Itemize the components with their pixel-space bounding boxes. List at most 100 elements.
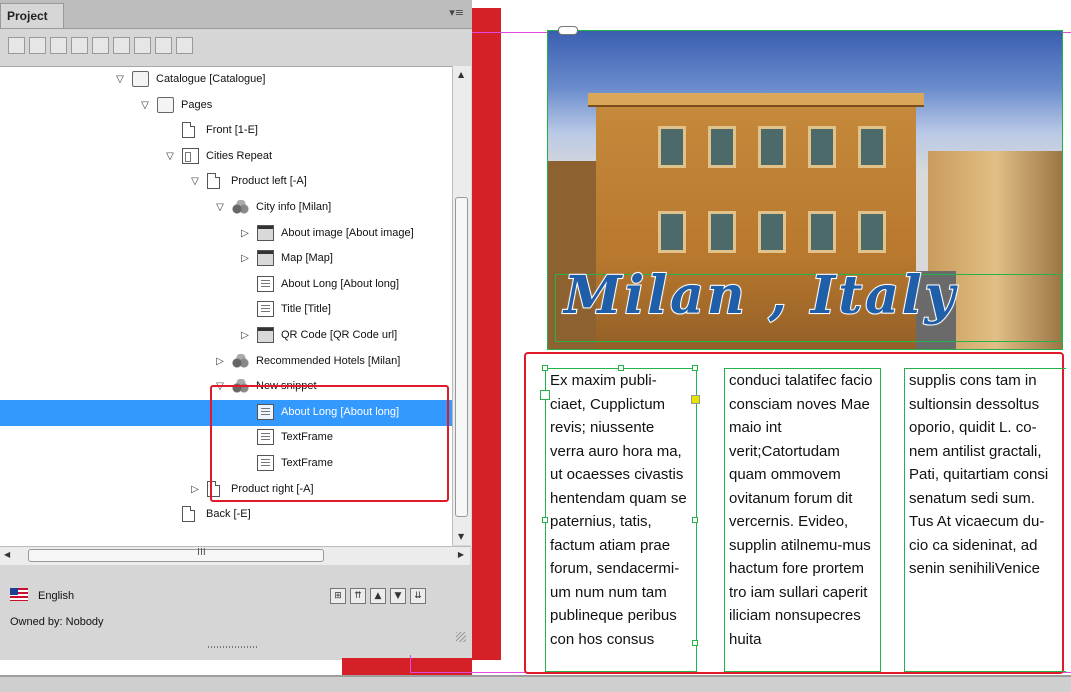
window xyxy=(658,211,686,253)
horizontal-scroll-thumb[interactable]: III xyxy=(28,547,324,562)
page-icon xyxy=(207,173,220,190)
frame-handle[interactable] xyxy=(540,390,550,400)
tree-item-label: TextFrame xyxy=(281,457,333,469)
tree-item-label: Catalogue [Catalogue] xyxy=(156,73,266,85)
resize-corner-icon[interactable] xyxy=(456,632,466,642)
nav-button-icon[interactable]: ▼ xyxy=(390,588,406,604)
frame-handle[interactable] xyxy=(618,365,624,371)
tree-item[interactable]: Title [Title] xyxy=(0,297,452,323)
tree-item[interactable]: ▷ QR Code [QR Code url] xyxy=(0,323,452,349)
toolbar-icon-5[interactable] xyxy=(92,37,109,54)
project-tree: ▽ Catalogue [Catalogue] ▽ Pages Front [1-E] ▽… xyxy=(0,66,452,546)
panel-menu-icon[interactable]: ▾≡ xyxy=(449,6,464,19)
owner-label: Owned by: Nobody xyxy=(10,616,104,628)
collapsed-toggle-icon[interactable]: ▷ xyxy=(189,484,201,496)
window xyxy=(708,211,736,253)
tree-item[interactable]: ▷ Product right [-A] xyxy=(0,477,452,503)
tree-item[interactable]: Front [1-E] xyxy=(0,118,452,144)
toolbar-icon-9[interactable] xyxy=(176,37,193,54)
horizontal-scrollbar[interactable]: ◀ III ▶ xyxy=(0,546,470,565)
text-column-1[interactable]: Ex maxim publi-ciaet, Cupplictum revis; … xyxy=(545,368,697,672)
frame-handle[interactable] xyxy=(692,365,698,371)
window xyxy=(858,211,886,253)
frame-handle[interactable] xyxy=(542,365,548,371)
window xyxy=(708,126,736,168)
tree-item[interactable]: About Long [About long] xyxy=(0,399,452,426)
tree-item-label: City info [Milan] xyxy=(256,201,332,213)
window xyxy=(808,126,836,168)
scroll-right-icon[interactable]: ▶ xyxy=(458,550,464,559)
tree-item[interactable]: ▷ Recommended Hotels [Milan] xyxy=(0,349,452,375)
window xyxy=(758,126,786,168)
page-icon xyxy=(207,480,220,497)
toolbar-icon-8[interactable] xyxy=(155,37,172,54)
text-frame-icon xyxy=(257,429,274,446)
tree-item[interactable]: ▽ Catalogue [Catalogue] xyxy=(0,67,452,93)
expanded-toggle-icon[interactable]: ▽ xyxy=(214,202,226,214)
no-toggle xyxy=(239,304,251,316)
tree-item[interactable]: ▽ Product left [-A] xyxy=(0,169,452,195)
text-column-3[interactable]: supplis cons tam in sultionsin dessoltus… xyxy=(904,368,1066,672)
tree-item[interactable]: About Long [About long] xyxy=(0,272,452,298)
toolbar-icon-2[interactable] xyxy=(29,37,46,54)
language-label[interactable]: English xyxy=(38,590,74,602)
nav-button-icon[interactable]: ⊞ xyxy=(330,588,346,604)
window xyxy=(658,126,686,168)
project-panel: Project ▾≡ ▽ Catalogue [Catalogue] ▽ Pages F… xyxy=(0,0,473,660)
nav-button-icon[interactable]: ⇈ xyxy=(350,588,366,604)
panel-footer: English Owned by: Nobody ⊞ ⇈ ▲ ▼ ⇊ xyxy=(0,580,472,660)
scroll-up-icon[interactable]: ▲ xyxy=(458,70,464,79)
no-toggle xyxy=(239,432,251,444)
tree-item[interactable]: Back [-E] xyxy=(0,502,452,528)
scroll-left-icon[interactable]: ◀ xyxy=(4,550,10,559)
scroll-down-icon[interactable]: ▼ xyxy=(458,532,464,541)
toolbar-icon-1[interactable] xyxy=(8,37,25,54)
title-frame[interactable]: Milan , Italy xyxy=(555,264,1061,342)
collapsed-toggle-icon[interactable]: ▷ xyxy=(239,253,251,265)
collapsed-toggle-icon[interactable]: ▷ xyxy=(239,330,251,342)
expanded-toggle-icon[interactable]: ▽ xyxy=(189,176,201,188)
toolbar-icon-6[interactable] xyxy=(113,37,130,54)
tree-item-label: Cities Repeat xyxy=(206,149,273,162)
tab-project[interactable]: Project xyxy=(0,3,64,28)
text-frame-icon xyxy=(257,275,274,292)
link-icon[interactable] xyxy=(558,26,578,35)
city-title: Milan , Italy xyxy=(563,264,958,327)
vertical-scrollbar[interactable]: ▲ ▼ xyxy=(452,66,471,545)
expanded-toggle-icon[interactable]: ▽ xyxy=(164,151,176,163)
page-icon xyxy=(182,506,195,523)
frame-out-port[interactable] xyxy=(691,395,700,404)
snippet-icon xyxy=(232,353,250,368)
tree-item-label: Back [-E] xyxy=(206,508,251,521)
tree-item[interactable]: ▷ Map [Map] xyxy=(0,246,452,272)
tree-item[interactable]: ▷ About image [About image] xyxy=(0,221,452,247)
toolbar-icon-7[interactable] xyxy=(134,37,151,54)
nav-buttons: ⊞ ⇈ ▲ ▼ ⇊ xyxy=(330,588,426,604)
tree-item-label: Product right [-A] xyxy=(231,482,314,495)
frame-handle[interactable] xyxy=(542,517,548,523)
frame-overset-port[interactable] xyxy=(692,640,698,646)
tree-item[interactable]: ▽ City info [Milan] xyxy=(0,195,452,221)
tree-item[interactable]: TextFrame xyxy=(0,451,452,477)
expanded-toggle-icon[interactable]: ▽ xyxy=(139,100,151,112)
repeat-icon xyxy=(182,147,199,164)
text-column-2[interactable]: conduci talatifec facio consciam noves M… xyxy=(724,368,881,672)
toolbar-icon-3[interactable] xyxy=(50,37,67,54)
collapsed-toggle-icon[interactable]: ▷ xyxy=(239,228,251,240)
vertical-scroll-thumb[interactable] xyxy=(455,197,468,517)
expanded-toggle-icon[interactable]: ▽ xyxy=(214,381,226,393)
frame-handle[interactable] xyxy=(692,517,698,523)
tree-item-label: Recommended Hotels [Milan] xyxy=(256,354,401,367)
tree-item[interactable]: ▽ New snippet xyxy=(0,374,452,400)
nav-button-icon[interactable]: ⇊ xyxy=(410,588,426,604)
tree-item-label: About Long [About long] xyxy=(281,405,400,418)
toolbar-icon-4[interactable] xyxy=(71,37,88,54)
tree-item[interactable]: TextFrame xyxy=(0,425,452,451)
tree-item[interactable]: ▽ Cities Repeat xyxy=(0,144,452,170)
expanded-toggle-icon[interactable]: ▽ xyxy=(114,74,126,86)
snippet-icon xyxy=(232,379,250,394)
nav-button-icon[interactable]: ▲ xyxy=(370,588,386,604)
collapsed-toggle-icon[interactable]: ▷ xyxy=(214,356,226,368)
tree-item[interactable]: ▽ Pages xyxy=(0,93,452,119)
panel-resize-grip[interactable] xyxy=(208,646,258,648)
